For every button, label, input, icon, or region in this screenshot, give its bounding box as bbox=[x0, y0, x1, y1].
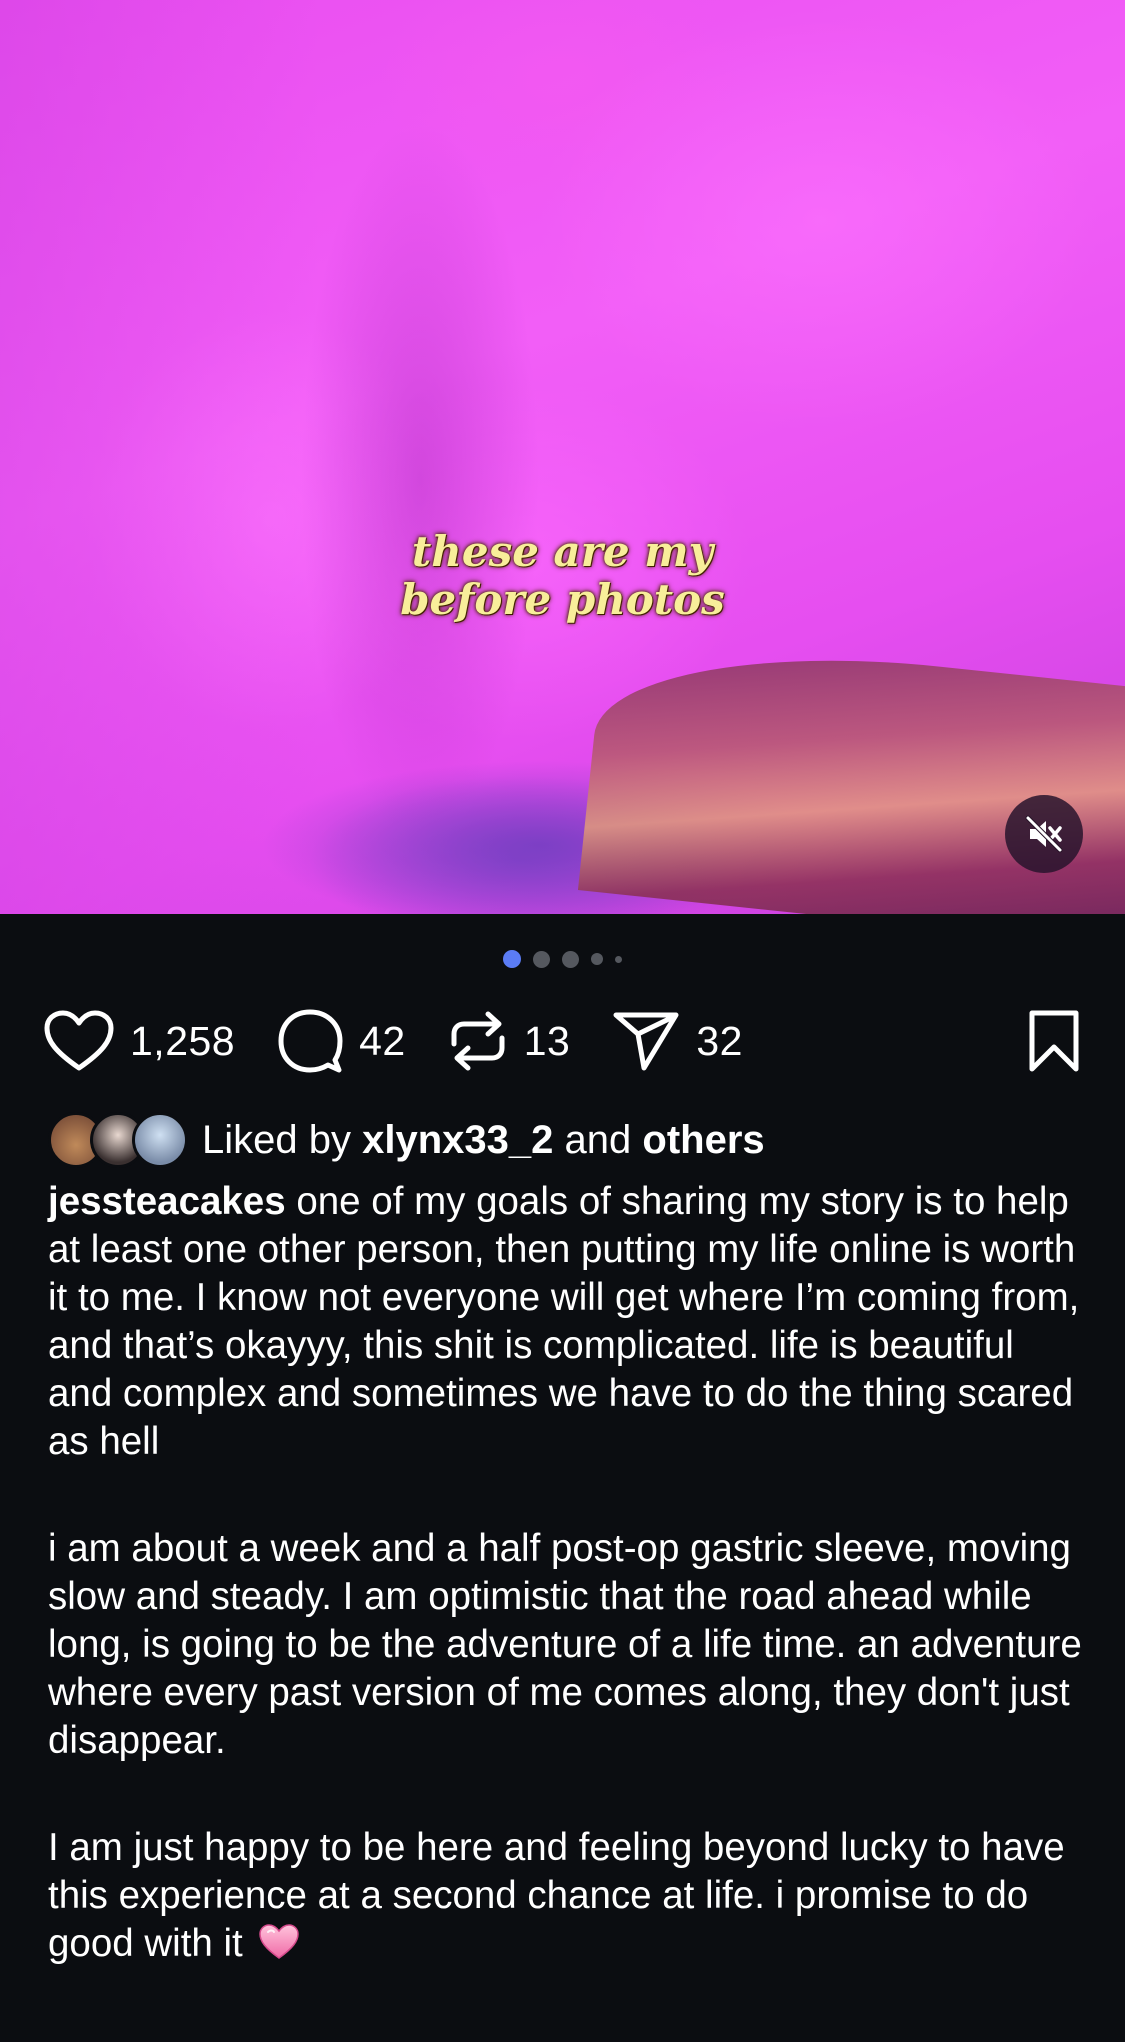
save-button[interactable] bbox=[1027, 1009, 1081, 1073]
carousel-dot bbox=[615, 955, 622, 963]
bookmark-icon bbox=[1029, 1010, 1079, 1072]
post-media[interactable]: these are my before photos bbox=[0, 0, 1125, 914]
caption-paragraph: I am just happy to be here and feeling b… bbox=[48, 1824, 1088, 1968]
repost-button[interactable]: 13 bbox=[448, 1010, 571, 1072]
caption-paragraph: jessteacakes one of my goals of sharing … bbox=[48, 1178, 1088, 1466]
carousel-indicator bbox=[0, 950, 1125, 968]
heart-icon bbox=[44, 1010, 114, 1071]
caption-paragraph: i am about a week and a half post-op gas… bbox=[48, 1527, 1082, 1762]
caption-username[interactable]: jessteacakes bbox=[48, 1180, 286, 1223]
overlay-line-1: these are my bbox=[411, 527, 714, 576]
liked-by-avatars bbox=[48, 1112, 188, 1168]
repost-icon bbox=[451, 1011, 505, 1071]
share-button[interactable]: 32 bbox=[612, 1010, 743, 1072]
liked-by-middle: and bbox=[564, 1117, 632, 1162]
comment-count: 42 bbox=[359, 1017, 406, 1064]
speaker-muted-icon bbox=[1025, 815, 1063, 853]
liked-by-user-link[interactable]: xlynx33_2 bbox=[362, 1118, 553, 1163]
video-text-overlay: these are my before photos bbox=[0, 528, 1125, 624]
liked-by-row[interactable]: Liked by xlynx33_2 and others bbox=[48, 1112, 765, 1168]
action-bar: 1,258 42 13 32 bbox=[44, 1005, 1081, 1077]
avatar bbox=[132, 1112, 188, 1168]
photo-shading bbox=[300, 120, 540, 840]
carousel-dot bbox=[591, 953, 603, 965]
share-count: 32 bbox=[696, 1017, 743, 1064]
carousel-dot bbox=[562, 950, 579, 968]
carousel-dot-active bbox=[503, 950, 521, 968]
mute-button[interactable] bbox=[1005, 795, 1083, 873]
carousel-dot bbox=[533, 950, 550, 968]
like-button[interactable]: 1,258 bbox=[44, 1010, 235, 1072]
send-icon bbox=[613, 1012, 679, 1071]
caption-text: I am just happy to be here and feeling b… bbox=[48, 1826, 1065, 1965]
repost-count: 13 bbox=[523, 1017, 571, 1064]
liked-by-prefix: Liked by bbox=[202, 1117, 351, 1162]
overlay-line-2: before photos bbox=[400, 575, 725, 624]
comment-bubble-icon bbox=[278, 1009, 343, 1073]
liked-by-others-link[interactable]: others bbox=[642, 1118, 764, 1163]
pink-heart-emoji bbox=[259, 1924, 300, 1959]
post-caption: jessteacakes one of my goals of sharing … bbox=[48, 1178, 1088, 2027]
comment-button[interactable]: 42 bbox=[277, 1008, 406, 1074]
like-count: 1,258 bbox=[130, 1017, 236, 1064]
